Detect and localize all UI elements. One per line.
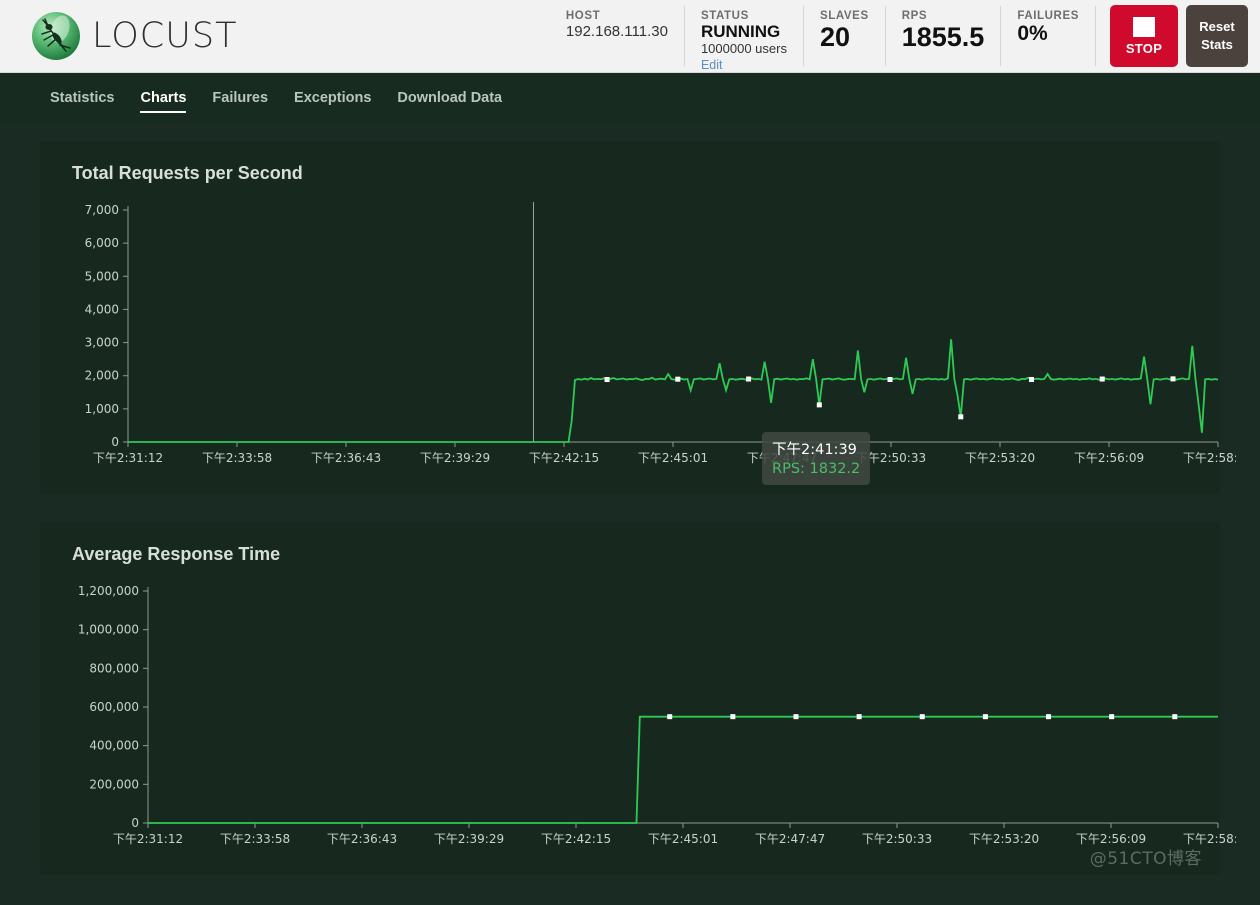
status-label: STATUS <box>700 10 749 22</box>
tab-download-data[interactable]: Download Data <box>397 73 502 123</box>
tab-exceptions[interactable]: Exceptions <box>294 73 371 123</box>
svg-text:4,000: 4,000 <box>85 302 119 316</box>
chart-panel-rps: Total Requests per Second 0 1,000 2,000 3,0… <box>40 141 1236 494</box>
reset-stats-button[interactable]: Reset Stats <box>1186 5 1248 67</box>
main-content: Total Requests per Second 0 1,000 2,000 3,0… <box>0 123 1260 875</box>
app-header: LOCUST HOST 192.168.111.30 STATUS RUNNIN… <box>0 0 1260 73</box>
stat-status: STATUS RUNNING 1000000 users Edit <box>685 6 804 72</box>
svg-text:1,000,000: 1,000,000 <box>78 623 139 637</box>
host-value: 192.168.111.30 <box>565 23 668 40</box>
stop-square-icon <box>1133 16 1155 37</box>
svg-text:下午2:50:33: 下午2:50:33 <box>862 832 932 846</box>
svg-text:800,000: 800,000 <box>89 661 139 675</box>
svg-text:下午2:31:12: 下午2:31:12 <box>93 451 163 465</box>
svg-text:下午2:47:47: 下午2:47:47 <box>755 832 825 846</box>
status-value: RUNNING <box>700 22 781 41</box>
slaves-value: 20 <box>819 22 851 52</box>
svg-text:200,000: 200,000 <box>89 777 139 791</box>
svg-text:下午2:33:58: 下午2:33:58 <box>202 451 272 465</box>
svg-text:下午2:53:20: 下午2:53:20 <box>969 832 1039 846</box>
reset-line-1: Reset <box>1199 19 1235 35</box>
svg-text:下午2:39:29: 下午2:39:29 <box>420 451 490 465</box>
stop-button-label: STOP <box>1125 40 1163 56</box>
svg-text:下午2:36:43: 下午2:36:43 <box>311 451 381 465</box>
svg-text:下午2:42:15: 下午2:42:15 <box>541 832 611 846</box>
header-buttons: STOP Reset Stats <box>1096 5 1248 67</box>
tab-statistics[interactable]: Statistics <box>50 73 114 123</box>
tab-failures[interactable]: Failures <box>212 73 268 123</box>
host-label: HOST <box>565 10 601 22</box>
brand-name: LOCUST <box>92 16 238 56</box>
svg-text:1,000: 1,000 <box>85 402 119 416</box>
svg-text:下午2:36:43: 下午2:36:43 <box>327 832 397 846</box>
failures-label: FAILURES <box>1017 10 1079 22</box>
rps-value: 1855.5 <box>901 22 985 52</box>
reset-line-2: Stats <box>1201 37 1233 52</box>
stat-rps: RPS 1855.5 <box>886 6 1002 66</box>
tab-charts[interactable]: Charts <box>140 73 186 123</box>
svg-text:下午2:47:47: 下午2:47:47 <box>747 451 817 465</box>
header-stats: HOST 192.168.111.30 STATUS RUNNING 10000… <box>550 6 1096 72</box>
svg-text:400,000: 400,000 <box>89 739 139 753</box>
svg-text:下午2:39:29: 下午2:39:29 <box>434 832 504 846</box>
svg-text:下午2:50:33: 下午2:50:33 <box>856 451 926 465</box>
svg-text:600,000: 600,000 <box>89 700 139 714</box>
svg-text:下午2:33:58: 下午2:33:58 <box>220 832 290 846</box>
stat-host: HOST 192.168.111.30 <box>550 6 685 66</box>
svg-text:7,000: 7,000 <box>85 203 119 217</box>
svg-text:下午2:45:01: 下午2:45:01 <box>648 832 718 846</box>
svg-text:下午2:31:12: 下午2:31:12 <box>113 832 183 846</box>
stat-slaves: SLAVES 20 <box>804 6 886 66</box>
edit-link[interactable]: Edit <box>701 57 787 73</box>
svg-text:3,000: 3,000 <box>85 336 119 350</box>
watermark: @51CTO博客 <box>1089 849 1202 869</box>
svg-text:下午2:56:09: 下午2:56:09 <box>1074 451 1144 465</box>
chart-title-rps: Total Requests per Second <box>72 163 303 183</box>
svg-text:下午2:53:20: 下午2:53:20 <box>965 451 1035 465</box>
svg-text:0: 0 <box>111 435 119 449</box>
main-nav: Statistics Charts Failures Exceptions Do… <box>0 73 1260 123</box>
rps-label: RPS <box>901 10 928 22</box>
slaves-label: SLAVES <box>819 10 869 22</box>
svg-text:2,000: 2,000 <box>85 369 119 383</box>
chart-rps-svg: 0 1,000 2,000 3,000 4,000 5,000 6,000 7,000 下午2:… <box>85 202 1236 465</box>
status-users: 1000000 users <box>700 40 787 56</box>
stat-failures: FAILURES 0% <box>1001 6 1096 66</box>
chart-response-time-svg: 0 200,000 400,000 600,000 800,000 1,000,000 1,… <box>78 584 1236 846</box>
brand: LOCUST <box>30 10 237 62</box>
chart-response-time[interactable]: 0 200,000 400,000 600,000 800,000 1,000,000 1,… <box>56 573 1236 863</box>
svg-text:下午2:42:15: 下午2:42:15 <box>529 451 599 465</box>
chart-rps[interactable]: 0 1,000 2,000 3,000 4,000 5,000 6,000 7,000 下午2:… <box>56 192 1236 485</box>
locust-logo-icon <box>30 10 82 62</box>
chart-title-response-time: Average Response Time <box>72 544 281 564</box>
svg-text:6,000: 6,000 <box>85 236 119 250</box>
svg-text:1,200,000: 1,200,000 <box>78 584 139 598</box>
svg-text:下午2:45:01: 下午2:45:01 <box>638 451 708 465</box>
chart-panel-response-time: Average Response Time 0 200,000 400,000 600… <box>40 522 1236 875</box>
svg-text:下午2:58:56: 下午2:58:56 <box>1183 451 1236 465</box>
svg-text:0: 0 <box>131 816 139 830</box>
stop-button[interactable]: STOP <box>1110 5 1178 67</box>
failures-value: 0% <box>1017 22 1048 45</box>
svg-text:5,000: 5,000 <box>85 269 119 283</box>
